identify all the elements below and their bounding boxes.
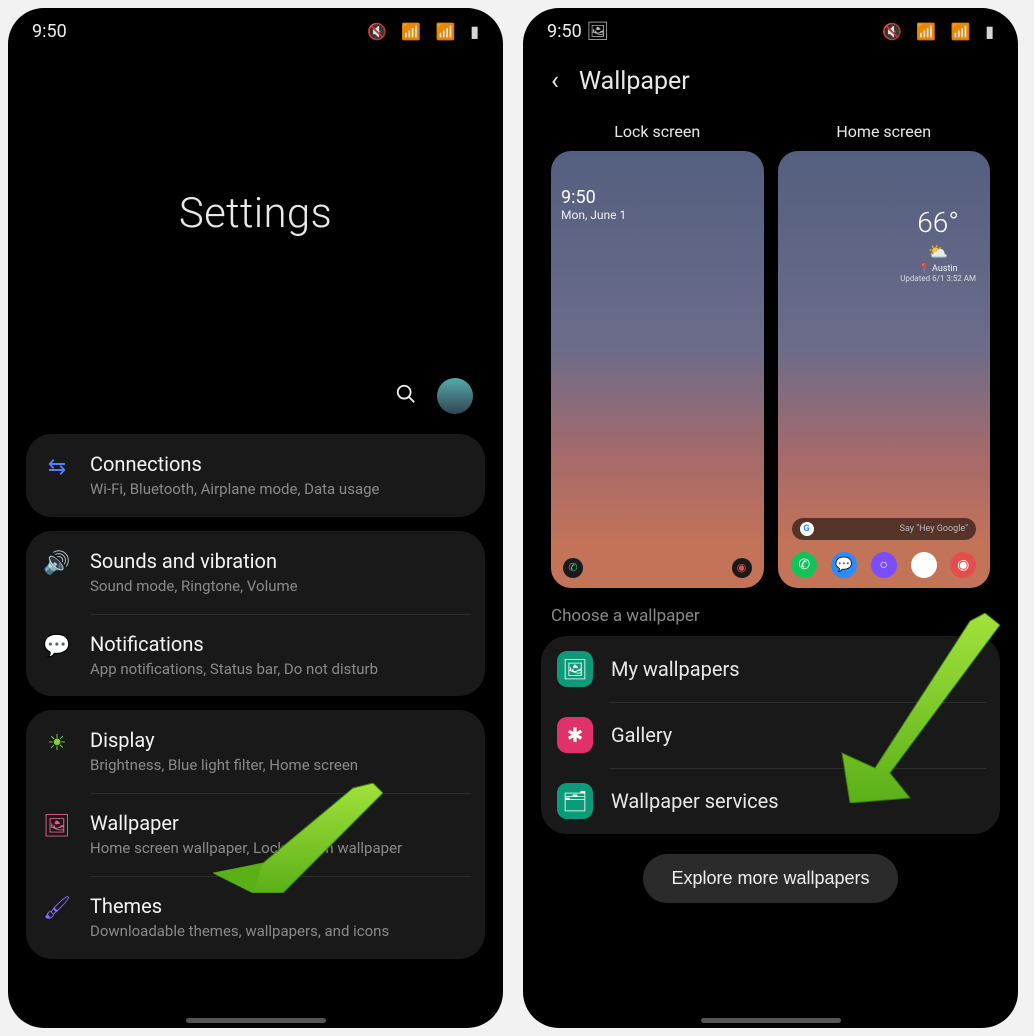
weather-updated: Updated 6/1 3:52 AM <box>900 274 976 283</box>
lock-time: 9:50 <box>561 187 754 208</box>
wallpaper-sources: 🖼 My wallpapers ✱ Gallery 🗂 Wallpaper service… <box>541 636 1000 834</box>
brightness-icon: ☀ <box>42 728 72 758</box>
item-title: Wallpaper <box>90 811 469 835</box>
wallpaper-source-item[interactable]: 🖼 My wallpapers <box>541 636 1000 702</box>
nav-gesture-bar <box>701 1018 841 1023</box>
wifi-icon: ⇆ <box>42 452 72 482</box>
item-text: Wallpaper Home screen wallpaper, Lock scr… <box>90 811 469 858</box>
search-hint: Say "Hey Google" <box>900 524 968 534</box>
nav-gesture-bar <box>186 1018 326 1023</box>
item-subtitle: Brightness, Blue light filter, Home scre… <box>90 756 469 775</box>
mute-icon: 🔇 <box>367 22 387 41</box>
back-button[interactable]: ‹ <box>547 64 563 98</box>
phone-shortcut-icon: ✆ <box>563 558 583 578</box>
camera-shortcut-icon: ◉ <box>732 558 752 578</box>
weather-icon: ⛅ <box>900 242 976 261</box>
settings-group: 🔊 Sounds and vibration Sound mode, Rington… <box>26 531 485 697</box>
item-subtitle: Wi-Fi, Bluetooth, Airplane mode, Data us… <box>90 480 469 499</box>
wallpaper-icon: 🖼 <box>42 811 72 841</box>
home-screen-preview: 66° ⛅ 📍 Austin Updated 6/1 3:52 AM G Say… <box>778 151 991 588</box>
preview-lock[interactable]: Lock screen 9:50 Mon, June 1 ✆ ◉ <box>551 122 764 588</box>
signal-icon: 📶 <box>951 22 971 41</box>
item-text: Display Brightness, Blue light filter, Ho… <box>90 728 469 775</box>
wifi-status-icon: 📶 <box>916 22 936 41</box>
source-title: Gallery <box>611 723 672 747</box>
phone-settings: 9:50 🔇 📶 📶 ▮ Settings ⇆ Connections Wi-Fi,… <box>8 8 503 1028</box>
status-time: 9:50 🖼 <box>547 21 609 42</box>
settings-item[interactable]: 💬 Notifications App notifications, Status … <box>26 614 485 697</box>
settings-item[interactable]: 🖼 Wallpaper Home screen wallpaper, Lock sc… <box>26 793 485 876</box>
preview-label: Lock screen <box>614 122 700 141</box>
lock-screen-preview: 9:50 Mon, June 1 ✆ ◉ <box>551 151 764 588</box>
search-icon[interactable] <box>395 383 417 409</box>
item-title: Notifications <box>90 632 469 656</box>
status-bar: 9:50 🖼 🔇 📶 📶 ▮ <box>541 14 1000 48</box>
weather-city: 📍 Austin <box>900 264 976 274</box>
item-text: Notifications App notifications, Status b… <box>90 632 469 679</box>
preview-label: Home screen <box>836 122 931 141</box>
picture-icon: 🖼 <box>557 651 593 687</box>
page-title: Settings <box>179 189 332 238</box>
item-title: Themes <box>90 894 469 918</box>
services-icon: 🗂 <box>557 783 593 819</box>
status-icons: 🔇 📶 📶 ▮ <box>872 21 994 42</box>
dock-camera-icon: ◉ <box>950 552 976 578</box>
source-title: Wallpaper services <box>611 789 779 813</box>
wifi-status-icon: 📶 <box>401 22 421 41</box>
item-text: Themes Downloadable themes, wallpapers, a… <box>90 894 469 941</box>
section-label: Choose a wallpaper <box>541 606 1000 636</box>
source-title: My wallpapers <box>611 657 740 681</box>
explore-more-button[interactable]: Explore more wallpapers <box>643 854 897 903</box>
settings-group: ☀ Display Brightness, Blue light filter, H… <box>26 710 485 958</box>
notification-icon: 💬 <box>42 632 72 662</box>
item-subtitle: Downloadable themes, wallpapers, and ico… <box>90 922 469 941</box>
settings-hero: Settings <box>26 48 485 378</box>
signal-icon: 📶 <box>436 22 456 41</box>
wallpaper-previews: Lock screen 9:50 Mon, June 1 ✆ ◉ Home sc… <box>541 122 1000 606</box>
wallpaper-source-item[interactable]: 🗂 Wallpaper services <box>541 768 1000 834</box>
dock: ✆ 💬 ○ ▶ ◉ <box>778 552 991 578</box>
mute-icon: 🔇 <box>882 22 902 41</box>
volume-icon: 🔊 <box>42 549 72 579</box>
google-icon: G <box>800 522 814 536</box>
page-title: Wallpaper <box>579 67 690 96</box>
dock-messages-icon: 💬 <box>831 552 857 578</box>
settings-item[interactable]: 🔊 Sounds and vibration Sound mode, Rington… <box>26 531 485 614</box>
preview-home[interactable]: Home screen 66° ⛅ 📍 Austin Updated 6/1 3… <box>778 122 991 588</box>
status-time: 9:50 <box>32 21 67 42</box>
item-title: Sounds and vibration <box>90 549 469 573</box>
settings-item[interactable]: ☀ Display Brightness, Blue light filter, H… <box>26 710 485 793</box>
dock-browser-icon: ○ <box>871 552 897 578</box>
battery-icon: ▮ <box>470 22 479 41</box>
wallpaper-source-item[interactable]: ✱ Gallery <box>541 702 1000 768</box>
item-subtitle: Home screen wallpaper, Lock screen wallp… <box>90 839 469 858</box>
actions-row <box>26 378 485 434</box>
status-icons: 🔇 📶 📶 ▮ <box>357 21 479 42</box>
item-title: Connections <box>90 452 469 476</box>
dock-phone-icon: ✆ <box>791 552 817 578</box>
item-subtitle: App notifications, Status bar, Do not di… <box>90 660 469 679</box>
google-search-bar: G Say "Hey Google" <box>792 518 977 540</box>
item-text: Sounds and vibration Sound mode, Ringtone… <box>90 549 469 596</box>
item-title: Display <box>90 728 469 752</box>
gallery-icon: ✱ <box>557 717 593 753</box>
settings-group: ⇆ Connections Wi-Fi, Bluetooth, Airplane m… <box>26 434 485 517</box>
phone-wallpaper: 9:50 🖼 🔇 📶 📶 ▮ ‹ Wallpaper Lock screen 9… <box>523 8 1018 1028</box>
weather-temp: 66° <box>900 206 976 239</box>
header: ‹ Wallpaper <box>541 48 1000 122</box>
themes-icon: 🖌 <box>42 894 72 924</box>
lock-date: Mon, June 1 <box>561 208 754 222</box>
dock-play-icon: ▶ <box>911 552 937 578</box>
profile-avatar[interactable] <box>437 378 473 414</box>
weather-widget: 66° ⛅ 📍 Austin Updated 6/1 3:52 AM <box>900 206 976 283</box>
item-subtitle: Sound mode, Ringtone, Volume <box>90 577 469 596</box>
settings-item[interactable]: ⇆ Connections Wi-Fi, Bluetooth, Airplane m… <box>26 434 485 517</box>
status-bar: 9:50 🔇 📶 📶 ▮ <box>26 14 485 48</box>
settings-item[interactable]: 🖌 Themes Downloadable themes, wallpapers, … <box>26 876 485 959</box>
item-text: Connections Wi-Fi, Bluetooth, Airplane mo… <box>90 452 469 499</box>
battery-icon: ▮ <box>985 22 994 41</box>
